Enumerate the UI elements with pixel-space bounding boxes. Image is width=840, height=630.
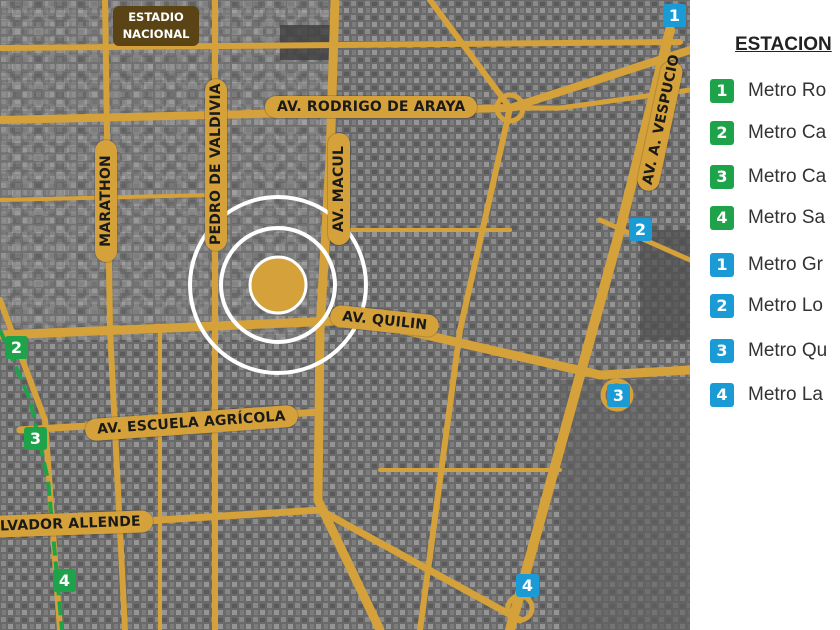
legend-badge: 3 [710, 339, 734, 363]
legend-label: Metro Gr [748, 254, 823, 275]
legend-label: Metro Ca [748, 122, 827, 143]
road-label-macul: AV. MACUL [328, 133, 350, 245]
station-blue-2[interactable]: 2 [629, 218, 652, 241]
legend-label: Metro Lo [748, 295, 823, 316]
legend-badge: 4 [710, 206, 734, 230]
legend-label: Metro Ro [748, 80, 827, 101]
map-area[interactable]: ESTADIO NACIONAL AV. RODRIGO DE ARAYA MA… [0, 0, 690, 630]
road-label-marathon: MARATHON [95, 140, 117, 262]
station-green-4[interactable]: 4 [53, 569, 76, 592]
legend-badge: 4 [710, 383, 734, 407]
legend-badge: 1 [710, 79, 734, 103]
road-label-pedro-de-valdivia: PEDRO DE VALDIVIA [205, 79, 227, 251]
road-label-rodrigo-de-araya: AV. RODRIGO DE ARAYA [265, 96, 478, 118]
legend-label: Metro Sa [748, 207, 826, 228]
legend-label: Metro Qu [748, 340, 828, 361]
legend-title: ESTACION [735, 34, 832, 55]
station-blue-4[interactable]: 4 [516, 574, 539, 597]
legend-label: Metro Ca [748, 166, 827, 187]
station-green-3[interactable]: 3 [24, 427, 47, 450]
legend-badge: 2 [710, 121, 734, 145]
stadium-line1: ESTADIO [128, 10, 184, 24]
stadium-label: ESTADIO NACIONAL [113, 6, 199, 46]
legend-badge: 3 [710, 165, 734, 189]
station-blue-3[interactable]: 3 [607, 384, 630, 407]
stadium-line2: NACIONAL [122, 27, 190, 41]
legend-badge: 1 [710, 253, 734, 277]
station-green-2[interactable]: 2 [5, 336, 28, 359]
station-blue-1[interactable]: 1 [663, 4, 686, 27]
legend-panel: ESTACION 1 Metro Ro 2 Metro Ca 3 Metro C… [690, 0, 840, 630]
legend-badge: 2 [710, 294, 734, 318]
legend-label: Metro La [748, 384, 823, 405]
site-dot [248, 255, 308, 315]
